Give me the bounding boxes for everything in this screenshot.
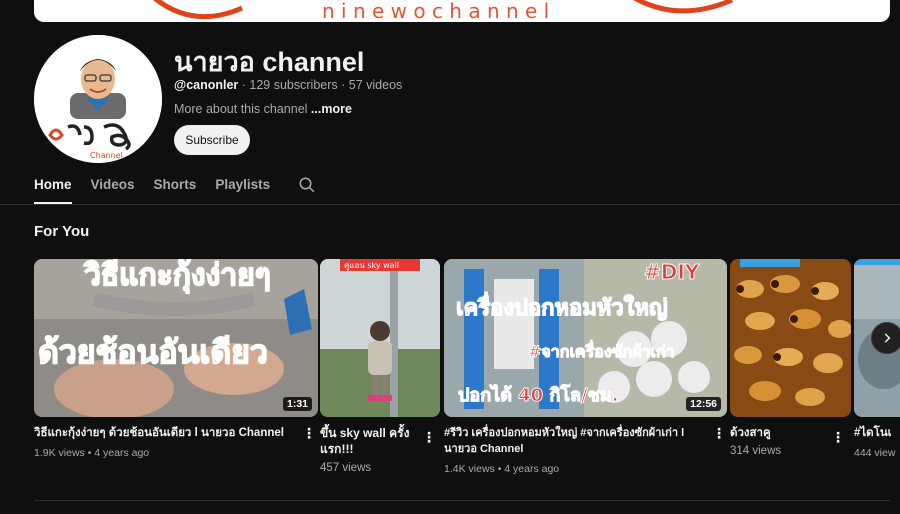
channel-name: นายวอ channel: [174, 47, 365, 77]
video-title[interactable]: #รีวิว เครื่องปอกหอมหัวใหญ่ #จากเครื่องซ…: [444, 425, 702, 457]
more-vertical-icon[interactable]: ⋮: [422, 429, 436, 445]
thumbnail-image: วิธีแกะกุ้งง่ายๆ ด้วยช้อนอันเดียว: [34, 259, 318, 417]
video-duration: 12:56: [686, 397, 721, 411]
thumb-text-3: ปอกได้ 40 กิโล/ชม.: [458, 384, 619, 406]
thumbnail-image: #DIY เครื่องปอกหอมหัวใหญ่ #จากเครื่องซัก…: [444, 259, 727, 417]
subscribe-button[interactable]: Subscribe: [174, 125, 250, 155]
video-thumbnail[interactable]: คู่แอน sky wall: [320, 259, 440, 417]
meta-separator: ·: [337, 78, 349, 92]
video-meta: 1.4K views • 4 years ago: [444, 463, 560, 475]
tabs-divider: [0, 204, 900, 205]
video-thumbnail[interactable]: [730, 259, 851, 417]
thumbnail-image: คู่แอน sky wall: [320, 259, 440, 417]
video-thumbnail[interactable]: #DIY เครื่องปอกหอมหัวใหญ่ #จากเครื่องซัก…: [444, 259, 727, 417]
more-vertical-icon[interactable]: ⋮: [302, 425, 316, 441]
channel-banner: n i n e w o c h a n n e l: [34, 0, 890, 22]
video-card[interactable]: #ไดโนเ 444 view: [854, 259, 900, 474]
channel-handle: @canonler: [174, 78, 239, 92]
video-meta: 457 views: [320, 462, 372, 474]
channel-avatar[interactable]: Channel: [34, 35, 162, 163]
section-divider: [34, 500, 890, 501]
video-title[interactable]: #ไดโนเ: [854, 425, 900, 441]
channel-meta: @canonler · 129 subscribers · 57 videos: [174, 78, 402, 92]
thumb-text-1: เครื่องปอกหอมหัวใหญ่: [456, 291, 668, 321]
thumbnail-image: [730, 259, 851, 417]
avatar-logo-text: Channel: [90, 151, 123, 160]
video-meta: 314 views: [730, 445, 782, 457]
video-title[interactable]: ขึ้น sky wall ครั้งแรก!!!: [320, 425, 412, 457]
video-meta: 1.9K views • 4 years ago: [34, 447, 150, 459]
thumb-text-2: ด้วยช้อนอันเดียว: [38, 333, 268, 371]
thumb-text-4: #DIY: [644, 260, 700, 284]
video-card[interactable]: คู่แอน sky wall ขึ้น sky wall ครั้งแรก!!…: [320, 259, 440, 474]
channel-about-link[interactable]: More about this channel ...more: [174, 102, 352, 116]
thumb-tag: คู่แอน sky wall: [344, 261, 399, 271]
channel-tabs: Home Videos Shorts Playlists: [34, 170, 316, 204]
more-vertical-icon[interactable]: ⋮: [712, 425, 726, 441]
video-title[interactable]: วิธีแกะกุ้งง่ายๆ ด้วยช้อนอันเดียว l นายว…: [34, 425, 284, 441]
tab-playlists[interactable]: Playlists: [215, 170, 270, 204]
svg-text:n i n e w o c h a n n e l: n i n e w o c h a n n e l: [322, 0, 549, 22]
search-icon[interactable]: [298, 176, 316, 194]
video-duration: 1:31: [282, 397, 312, 411]
more-link[interactable]: ...more: [311, 102, 352, 116]
video-card[interactable]: ด้วงสาคู ⋮ 314 views: [730, 259, 851, 457]
video-card[interactable]: #DIY เครื่องปอกหอมหัวใหญ่ #จากเครื่องซัก…: [444, 259, 727, 475]
video-title[interactable]: ด้วงสาคู: [730, 425, 825, 441]
chevron-right-icon: [884, 333, 891, 343]
video-card[interactable]: วิธีแกะกุ้งง่ายๆ ด้วยช้อนอันเดียว 1:31 ว…: [34, 259, 318, 459]
tab-videos[interactable]: Videos: [91, 170, 135, 204]
channel-page: n i n e w o c h a n n e l Channel นายวอ …: [0, 0, 900, 514]
next-button[interactable]: [871, 322, 900, 354]
video-meta: 444 view: [854, 447, 896, 459]
thumb-text-2: #จากเครื่องซักผ้าเก่า: [528, 340, 675, 361]
avatar-image: Channel: [34, 35, 162, 163]
video-thumbnail[interactable]: วิธีแกะกุ้งง่ายๆ ด้วยช้อนอันเดียว 1:31: [34, 259, 318, 417]
tab-home[interactable]: Home: [34, 170, 72, 204]
banner-art: n i n e w o c h a n n e l: [153, 0, 733, 22]
video-count: 57 videos: [348, 78, 403, 92]
more-vertical-icon[interactable]: ⋮: [831, 429, 845, 445]
subscriber-count: 129 subscribers: [249, 78, 338, 92]
meta-separator: ·: [238, 78, 250, 92]
section-title: For You: [34, 223, 90, 240]
thumb-text-1: วิธีแกะกุ้งง่ายๆ: [83, 259, 271, 294]
about-text: More about this channel: [174, 102, 308, 116]
tab-shorts[interactable]: Shorts: [154, 170, 197, 204]
